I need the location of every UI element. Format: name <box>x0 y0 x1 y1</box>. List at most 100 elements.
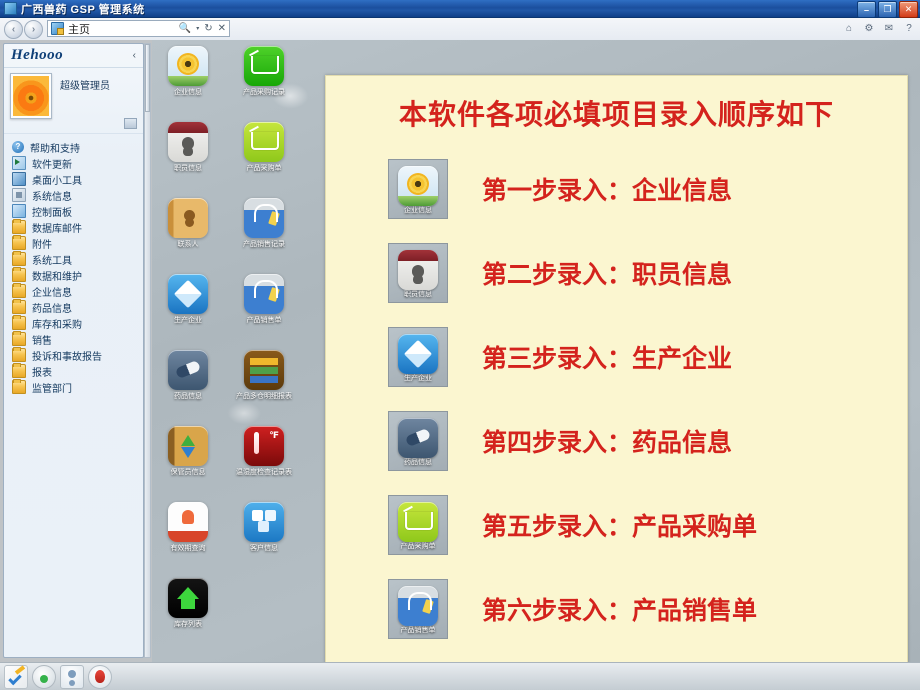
gear-icon[interactable]: ⚙ <box>862 21 876 35</box>
content-area: Hehooo ‹ 超级管理员 ? 帮助和支持 软件更新 桌面小工具 系统信息 控制面板 数据… <box>0 40 920 662</box>
overlay-step-row: 产品采购单 第五步录入：产品采购单 <box>326 483 907 567</box>
sidebar-item-11[interactable]: 库存和采购 <box>4 315 143 331</box>
desktop-icon[interactable]: 企业信息 <box>160 46 216 97</box>
employee-card-icon <box>168 122 208 162</box>
desktop-icon[interactable]: 职员信息 <box>160 122 216 173</box>
mail-icon[interactable]: ✉ <box>882 21 896 35</box>
sidebar-item-1[interactable]: 软件更新 <box>4 155 143 171</box>
certificate-icon <box>168 502 208 542</box>
control-panel-icon <box>12 204 26 218</box>
overlay-step-icon-tile[interactable]: 企业信息 <box>388 159 448 219</box>
desktop-icon-label: 产品采购单 <box>246 165 282 172</box>
brand-label: Hehooo <box>11 47 64 63</box>
sidebar-item-3[interactable]: 系统信息 <box>4 187 143 203</box>
dropbox-box-icon <box>168 274 208 314</box>
sidebar-item-7[interactable]: 系统工具 <box>4 251 143 267</box>
sunflower-icon <box>398 166 438 206</box>
desktop-icon[interactable]: 客户信息 <box>236 502 292 553</box>
desktop-icon-label: 企业信息 <box>174 89 202 96</box>
sidebar-item-6[interactable]: 附件 <box>4 235 143 251</box>
sidebar-item-label: 系统工具 <box>32 255 72 267</box>
desktop-icon[interactable]: 产品销售记录 <box>236 198 292 249</box>
sysinfo-icon <box>12 188 26 202</box>
bottle-app-icon[interactable] <box>32 664 56 689</box>
sidebar-item-13[interactable]: 投诉和事故报告 <box>4 347 143 363</box>
overlay-step-icon-tile[interactable]: 生产企业 <box>388 327 448 387</box>
forward-button[interactable]: › <box>24 20 43 39</box>
avatar[interactable] <box>10 73 52 119</box>
thermometer-icon <box>244 426 284 466</box>
taskbar <box>0 662 920 690</box>
desktop-icon[interactable]: 产品多仓明细报表 <box>236 350 292 401</box>
desktop-icon-label: 药品信息 <box>174 393 202 400</box>
overlay-step-icon-label: 产品采购单 <box>400 543 436 550</box>
desktop-icon[interactable]: 联系人 <box>160 198 216 249</box>
desktop-icon[interactable]: 产品采购记录 <box>236 46 292 97</box>
page-favicon-icon <box>51 22 64 35</box>
sidebar-item-8[interactable]: 数据和维护 <box>4 267 143 283</box>
back-button[interactable]: ‹ <box>4 20 23 39</box>
sidebar-item-2[interactable]: 桌面小工具 <box>4 171 143 187</box>
refresh-icon[interactable]: ↻ <box>204 23 212 34</box>
overlay-step-icon-tile[interactable]: 药品信息 <box>388 411 448 471</box>
green-cart-icon <box>244 46 284 86</box>
shopping-bag-icon <box>398 586 438 626</box>
checkmark-app-icon[interactable] <box>4 664 28 689</box>
overlay-step-icon-tile[interactable]: 产品销售单 <box>388 579 448 639</box>
desktop-icon[interactable]: 生产企业 <box>160 274 216 325</box>
sidebar-item-9[interactable]: 企业信息 <box>4 283 143 299</box>
overlay-step-text: 第六步录入：产品销售单 <box>482 596 758 625</box>
window-title: 广西兽药 GSP 管理系统 <box>21 3 145 16</box>
sidebar-item-15[interactable]: 监管部门 <box>4 379 143 395</box>
overlay-step-row: 产品销售单 第六步录入：产品销售单 <box>326 567 907 651</box>
overlay-step-icon-tile[interactable]: 职员信息 <box>388 243 448 303</box>
desktop-icon[interactable]: 产品采购单 <box>236 122 292 173</box>
overlay-step-icon-tile[interactable]: 产品采购单 <box>388 495 448 555</box>
toolbar-icons: ⌂ ⚙ ✉ ? <box>842 21 916 35</box>
sidebar-item-14[interactable]: 报表 <box>4 363 143 379</box>
sidebar-item-label: 监管部门 <box>32 383 72 395</box>
overlay-step-row: 药品信息 第四步录入：药品信息 <box>326 399 907 483</box>
stop-icon[interactable]: ✕ <box>218 23 226 34</box>
desktop-icon[interactable]: 药品信息 <box>160 350 216 401</box>
qq-app-icon[interactable] <box>88 664 112 689</box>
desktop-icon[interactable]: 产品销售单 <box>236 274 292 325</box>
sidebar-item-5[interactable]: 数据库邮件 <box>4 219 143 235</box>
sidebar-item-12[interactable]: 销售 <box>4 331 143 347</box>
desktop-icon-label: 客户信息 <box>250 545 278 552</box>
desktop-icon-label: 联系人 <box>177 241 199 248</box>
desktop-icon-label: 生产企业 <box>174 317 202 324</box>
sidebar-item-label: 数据和维护 <box>32 271 82 283</box>
search-icon[interactable]: 🔍 <box>179 23 191 34</box>
close-button[interactable]: ✕ <box>899 1 918 18</box>
folder-icon <box>12 267 26 282</box>
minimize-panel-icon[interactable] <box>124 118 137 129</box>
overlay-step-text: 第一步录入：企业信息 <box>482 176 733 205</box>
sidebar-item-4[interactable]: 控制面板 <box>4 203 143 219</box>
sidebar-item-10[interactable]: 药品信息 <box>4 299 143 315</box>
overlay-step-icon-label: 产品销售单 <box>400 627 436 634</box>
overlay-step-icon-label: 企业信息 <box>404 207 432 214</box>
sidebar-item-0[interactable]: ? 帮助和支持 <box>4 139 143 155</box>
desktop-icon[interactable]: 温湿度检查记录表 <box>236 426 292 477</box>
minimize-button[interactable]: – <box>857 1 876 18</box>
yellow-cart-icon <box>244 122 284 162</box>
chevron-down-icon[interactable]: ▾ <box>196 25 199 32</box>
inout-book-icon <box>168 426 208 466</box>
home-icon[interactable]: ⌂ <box>842 21 856 35</box>
home-green-icon <box>168 578 208 618</box>
collapse-icon[interactable]: ‹ <box>133 50 136 61</box>
sidebar-scrollbar[interactable] <box>144 43 151 658</box>
address-bar[interactable]: 主页 🔍 ▾ ↻ ✕ <box>47 20 230 37</box>
user-app-icon[interactable] <box>60 664 84 689</box>
address-input[interactable]: 主页 <box>68 21 179 37</box>
sidebar-item-label: 报表 <box>32 367 52 379</box>
overlay-title: 本软件各项必填项目录入顺序如下 <box>398 98 834 131</box>
restore-button[interactable]: ❐ <box>878 1 897 18</box>
help-icon[interactable]: ? <box>902 21 916 35</box>
desktop-icon[interactable]: 保管员信息 <box>160 426 216 477</box>
scrollbar-thumb[interactable] <box>145 44 150 112</box>
desktop-icon[interactable]: 库存列表 <box>160 578 216 629</box>
sidebar-item-label: 帮助和支持 <box>30 143 80 155</box>
desktop-icon[interactable]: 有效期查询 <box>160 502 216 553</box>
